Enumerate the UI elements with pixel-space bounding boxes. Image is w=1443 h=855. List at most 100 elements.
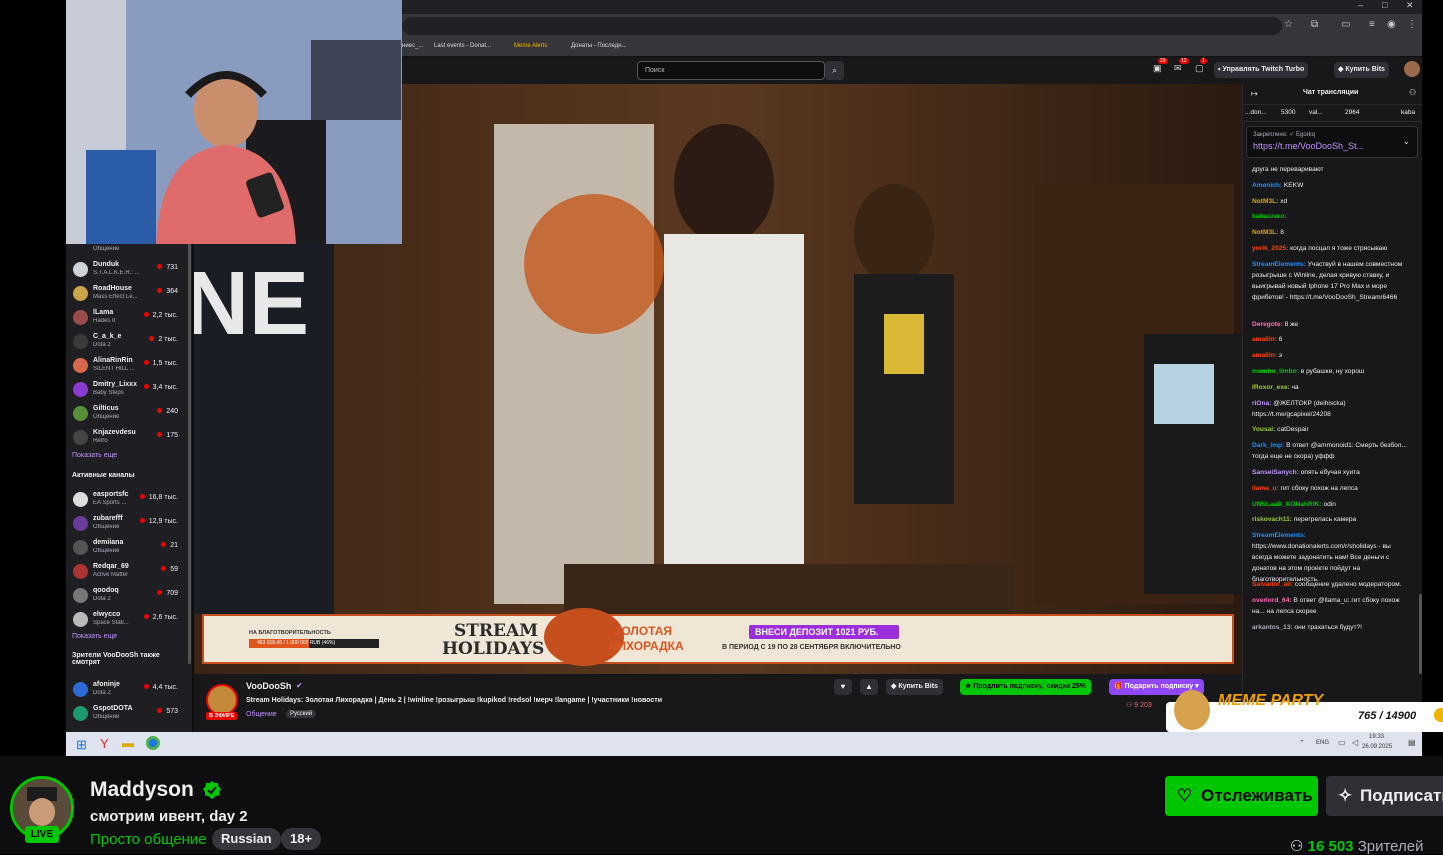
heart-icon[interactable]: ♥	[834, 679, 852, 695]
sidebar-channel[interactable]: GspotDOTA Общение 573	[66, 702, 192, 726]
chat-username[interactable]: kaitaszero:	[1252, 213, 1286, 220]
buy-bits-button[interactable]: ◆ Купить Bits	[1334, 62, 1389, 78]
stream-tag[interactable]: Русский	[286, 710, 317, 718]
chat-username[interactable]: Salvador_ali:	[1252, 581, 1295, 588]
collapse-icon[interactable]: ↦	[1251, 89, 1258, 98]
chat-username[interactable]: riskovach11:	[1252, 516, 1294, 523]
bookmark-item[interactable]: ниес_...	[402, 43, 423, 49]
chat-username[interactable]: amallin:	[1252, 336, 1279, 343]
subscribe-button[interactable]: ✧ Подписаться	[1326, 776, 1443, 816]
language-indicator[interactable]: ENG	[1316, 740, 1329, 746]
show-more-link[interactable]: Показать еще	[72, 633, 117, 640]
chat-username[interactable]: NotM3L:	[1252, 198, 1280, 205]
pinned-link[interactable]: https://t.me/VooDooSh_St...	[1253, 141, 1364, 151]
extension-icon[interactable]: ⧉	[1311, 19, 1318, 30]
chat-username[interactable]: Amenich:	[1252, 182, 1284, 189]
bell-icon[interactable]: ▢ 1	[1195, 58, 1207, 74]
clock-date[interactable]: 26.09.2025	[1362, 744, 1392, 750]
category-link[interactable]: Просто общение	[90, 831, 207, 848]
stream-bits-button[interactable]: ◆ Купить Bits	[886, 679, 943, 695]
bookmark-item[interactable]: Донаты - Последн...	[571, 43, 627, 49]
chat-username[interactable]: Deregote:	[1252, 321, 1285, 328]
bookmark-item[interactable]: Last events - Donat...	[434, 43, 491, 49]
tray-chevron-icon[interactable]: ⌃	[1299, 739, 1305, 747]
volume-icon[interactable]: ◁	[1352, 738, 1358, 747]
sidebar-channel[interactable]: Dmitry_Lixxx Baby Steps 3,4 тыс.	[66, 378, 192, 402]
menu-icon[interactable]: ⋮	[1407, 19, 1417, 30]
sidebar-channel[interactable]: lLama Hades II 2,2 тыс.	[66, 306, 192, 330]
tag-age[interactable]: 18+	[281, 828, 322, 850]
avatar	[73, 516, 88, 531]
notification-center-icon[interactable]: ▤	[1408, 738, 1416, 747]
stream-category-link[interactable]: Общение	[246, 711, 277, 718]
windows-start-icon[interactable]: ⊞	[76, 737, 87, 753]
channel-name[interactable]: Maddyson	[90, 778, 194, 802]
profile-icon[interactable]: ◉	[1387, 19, 1396, 30]
sidebar-channel[interactable]: Knjazevdesu Retro 175	[66, 426, 192, 450]
maximize-icon[interactable]: □	[1382, 0, 1387, 10]
chat-username[interactable]: SanseiSanych:	[1252, 469, 1301, 476]
sidebar-channel[interactable]: zubarefff Общение 12,9 тыс.	[66, 512, 192, 536]
chat-username[interactable]: mambo_limbo:	[1252, 368, 1301, 375]
sidebar-channel[interactable]: afoninje Dota 2 4,4 тыс.	[66, 678, 192, 702]
chrome-icon[interactable]	[146, 736, 160, 750]
chat-username[interactable]: amallin:	[1252, 352, 1279, 359]
chevron-down-icon[interactable]: ⌄	[1403, 137, 1410, 146]
sidebar-channel[interactable]: demiiana Общение 21	[66, 536, 192, 560]
users-icon[interactable]: ⚇	[1409, 88, 1416, 97]
sidebar-channel[interactable]: Gilticus Общение 240	[66, 402, 192, 426]
chat-username[interactable]: llama_u:	[1252, 485, 1281, 492]
turbo-button[interactable]: ⬩ Управлять Twitch Turbo	[1214, 62, 1309, 78]
mail-icon[interactable]: ✉ 12	[1174, 58, 1189, 74]
address-bar[interactable]	[402, 17, 1282, 35]
chat-username[interactable]: Dark_imp:	[1252, 442, 1286, 449]
sidebar-channel[interactable]: easportsfc EA Sports ... 16,8 тыс.	[66, 488, 192, 512]
stream-channel-name[interactable]: VooDooSh	[246, 681, 291, 691]
chat-username[interactable]: UNSLaaD_KONahRIK:	[1252, 501, 1323, 508]
chat-username[interactable]: StreamElements:	[1252, 261, 1308, 268]
sidebar-scrollbar[interactable]	[188, 244, 191, 664]
sidebar-channel[interactable]: qoodoq Dota 2 709	[66, 584, 192, 608]
sidebar-channel[interactable]: elwycco Space Stati... 2,6 тыс.	[66, 608, 192, 632]
chat-username[interactable]: riOna:	[1252, 400, 1273, 407]
sidepanel-icon[interactable]: ▭	[1341, 19, 1350, 30]
chat-message: llama_u: гит сбоку похож на лепса	[1252, 483, 1412, 494]
sidebar-channel[interactable]: Общение	[66, 244, 192, 258]
network-icon[interactable]: ▭	[1338, 738, 1346, 747]
pinned-message[interactable]: Закреплено: ✓ Egorkq https://t.me/VooDoo…	[1246, 126, 1418, 158]
chat-username[interactable]: arkantos_13:	[1252, 624, 1295, 631]
clock-time[interactable]: 19:33	[1369, 734, 1384, 740]
svg-text:NE: NE	[194, 254, 309, 354]
charity-progress-text: 463 818.66 / 1 000 000 RUB (46%)	[257, 640, 336, 646]
sidebar-channel[interactable]: Dunduk S.T.A.L.K.E.R.: ... 731	[66, 258, 192, 282]
tag-language[interactable]: Russian	[212, 828, 281, 850]
star-icon[interactable]: ☆	[1284, 19, 1293, 30]
chat-username[interactable]: IRoxor_exe:	[1252, 384, 1292, 391]
avatar[interactable]	[1404, 61, 1420, 77]
chat-username[interactable]: Yousai:	[1252, 426, 1277, 433]
search-icon[interactable]: ⌕	[825, 61, 844, 80]
follow-button[interactable]: ♡ Отслеживать	[1165, 776, 1318, 816]
bell-icon[interactable]: ▲	[860, 679, 878, 695]
chat-username[interactable]: NotM3L:	[1252, 229, 1280, 236]
chat-scrollbar[interactable]	[1419, 594, 1422, 674]
avatar	[73, 334, 88, 349]
chat-username[interactable]: StreamElements:	[1252, 532, 1306, 539]
yandex-icon[interactable]: Y	[100, 736, 109, 751]
sidebar-channel[interactable]: C_a_k_e Dota 22 тыс.	[66, 330, 192, 354]
sidebar-channel[interactable]: AlinaRinRin SILENT HILL ... 1,5 тыс.	[66, 354, 192, 378]
sidebar-channel[interactable]: RoadHouse Mass Effect Le... 364	[66, 282, 192, 306]
show-more-link[interactable]: Показать еще	[72, 452, 117, 459]
inbox-icon[interactable]: ▣ 29	[1153, 58, 1168, 74]
minimize-icon[interactable]: –	[1358, 0, 1363, 10]
chat-username[interactable]: overlord_64:	[1252, 597, 1293, 604]
bookmark-item[interactable]: Meme Alerts	[514, 43, 547, 49]
search-input[interactable]: Поиск	[637, 61, 825, 80]
renew-sub-button[interactable]: ★ Продлить подписку: скидка 25%	[960, 679, 1091, 695]
media-icon[interactable]: ≡	[1369, 19, 1375, 30]
folder-icon[interactable]: ▬	[122, 736, 134, 750]
chat-message: UNSLaaD_KONahRIK: odin	[1252, 499, 1412, 510]
sidebar-channel[interactable]: Redqar_69 Active Matter 59	[66, 560, 192, 584]
chat-username[interactable]: yorik_2025:	[1252, 245, 1290, 252]
close-icon[interactable]: ✕	[1406, 0, 1414, 11]
